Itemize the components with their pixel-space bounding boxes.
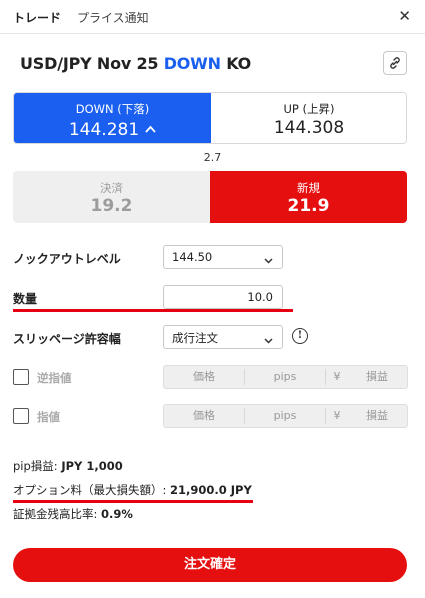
yen-symbol: ¥	[333, 409, 341, 422]
quantity-label: 数量	[13, 292, 38, 306]
up-quote-price: 144.308	[273, 118, 345, 138]
pip-pl-value: JPY 1,000	[61, 459, 123, 473]
spread-value: 2.7	[203, 151, 222, 164]
down-quote-button[interactable]: DOWN (下落) 144.281	[14, 93, 211, 143]
slippage-label: スリッページ許容幅	[13, 332, 121, 346]
quote-selector: DOWN (下落) 144.281 UP (上昇) 144.308	[13, 92, 407, 144]
slippage-select[interactable]: 成行注文	[163, 325, 283, 349]
limit-order-checkbox[interactable]	[13, 408, 29, 424]
up-quote-label: UP (上昇)	[283, 102, 335, 116]
chevron-down-icon	[264, 333, 273, 347]
knockout-level-label: ノックアウトレベル	[13, 252, 121, 266]
settle-label: 決済	[100, 181, 123, 195]
down-quote-price: 144.281	[68, 120, 140, 140]
pip-pl-summary: pip損益: JPY 1,000	[13, 458, 123, 474]
limit-pips-input[interactable]: pips	[245, 405, 325, 427]
pip-pl-label: pip損益:	[13, 459, 62, 473]
quantity-input[interactable]: 10.0	[163, 285, 283, 309]
limit-price-input[interactable]: 価格	[164, 405, 244, 427]
new-order-value: 21.9	[287, 196, 330, 216]
limit-order-inputs: 価格 pips ¥ 損益	[163, 404, 408, 428]
highlight-underline-quantity	[13, 309, 293, 312]
down-quote-label: DOWN (下落)	[75, 102, 150, 116]
product-suffix: KO	[226, 54, 252, 73]
close-icon[interactable]: ✕	[398, 7, 411, 25]
limit-pl-input[interactable]: 損益	[348, 405, 406, 427]
position-side-selector: 決済 19.2 新規 21.9	[13, 171, 407, 223]
stop-order-label: 逆指値	[37, 371, 72, 385]
option-fee-value: 21,900.0 JPY	[170, 483, 252, 497]
tab-price-alert[interactable]: プライス通知	[77, 9, 149, 26]
option-fee-summary: オプション料（最大損失額）: 21,900.0 JPY	[13, 482, 252, 498]
link-button[interactable]	[383, 51, 407, 75]
knockout-level-select[interactable]: 144.50	[163, 245, 283, 269]
down-quote-price-row: 144.281	[14, 118, 211, 140]
new-order-button[interactable]: 新規 21.9	[210, 171, 407, 223]
margin-ratio-label: 証拠金残高比率:	[13, 507, 102, 521]
product-direction: DOWN	[163, 54, 221, 73]
margin-ratio-summary: 証拠金残高比率: 0.9%	[13, 506, 133, 522]
caret-up-icon	[145, 118, 156, 138]
stop-order-inputs: 価格 pips ¥ 損益	[163, 365, 408, 389]
settle-button[interactable]: 決済 19.2	[13, 171, 210, 223]
stop-order-checkbox[interactable]	[13, 369, 29, 385]
slippage-value: 成行注文	[172, 331, 218, 345]
settle-value: 19.2	[90, 196, 133, 216]
tab-bar: トレード プライス通知 ✕	[0, 0, 425, 34]
stop-pl-input[interactable]: 損益	[348, 366, 406, 388]
product-pair: USD/JPY Nov 25	[20, 54, 159, 73]
new-order-label: 新規	[297, 181, 320, 195]
yen-symbol: ¥	[333, 370, 341, 383]
tab-trade[interactable]: トレード	[13, 9, 61, 26]
confirm-order-button[interactable]: 注文確定	[13, 548, 407, 582]
up-quote-button[interactable]: UP (上昇) 144.308	[211, 93, 406, 143]
info-icon[interactable]: !	[292, 328, 308, 344]
limit-order-label: 指値	[37, 410, 60, 424]
stop-price-input[interactable]: 価格	[164, 366, 244, 388]
chevron-down-icon	[264, 253, 273, 267]
option-fee-label: オプション料（最大損失額）:	[13, 483, 171, 497]
knockout-level-value: 144.50	[172, 250, 213, 264]
highlight-underline-option-fee	[13, 500, 253, 503]
stop-pips-input[interactable]: pips	[245, 366, 325, 388]
product-title: USD/JPY Nov 25 DOWN KO	[20, 54, 251, 73]
link-icon	[390, 57, 400, 69]
margin-ratio-value: 0.9%	[101, 507, 133, 521]
